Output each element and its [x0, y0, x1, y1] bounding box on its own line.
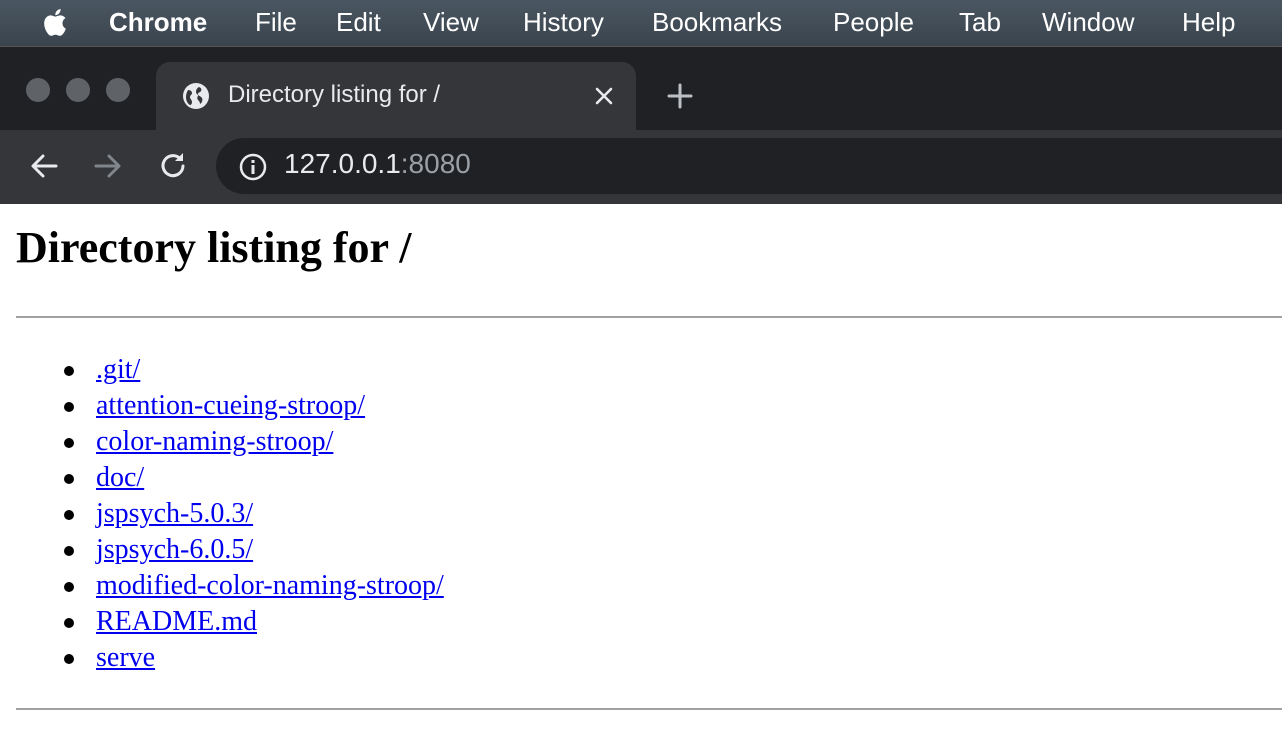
info-icon[interactable]	[238, 152, 268, 182]
top-divider	[16, 316, 1282, 318]
entry-link[interactable]: serve	[96, 640, 155, 676]
entry-link[interactable]: attention-cueing-stroop/	[96, 388, 365, 424]
bullet	[64, 546, 74, 556]
entry-link[interactable]: jspsych-6.0.5/	[96, 532, 253, 568]
close-icon[interactable]	[592, 84, 616, 108]
page-title: Directory listing for /	[16, 223, 412, 272]
tab-title: Directory listing for /	[228, 81, 441, 108]
bottom-divider	[16, 708, 1282, 710]
page-content: Directory listing for / .git/ attention-…	[0, 204, 1282, 740]
entry-link[interactable]: .git/	[96, 352, 140, 388]
bullet	[64, 654, 74, 664]
menu-edit[interactable]: Edit	[336, 7, 381, 38]
tab-active[interactable]: Directory listing for /	[156, 62, 636, 130]
menu-people[interactable]: People	[833, 7, 914, 38]
menu-file[interactable]: File	[255, 7, 297, 38]
bullet	[64, 366, 74, 376]
back-arrow-icon[interactable]	[26, 148, 62, 184]
menu-view[interactable]: View	[423, 7, 479, 38]
url-host: 127.0.0.1	[284, 148, 401, 179]
bullet	[64, 618, 74, 628]
menu-help[interactable]: Help	[1182, 7, 1235, 38]
url-port: :8080	[400, 148, 471, 179]
apple-icon[interactable]	[40, 4, 72, 40]
entry-link[interactable]: jspsych-5.0.3/	[96, 496, 253, 532]
bullet	[64, 510, 74, 520]
entry-link[interactable]: color-naming-stroop/	[96, 424, 333, 460]
reload-icon[interactable]	[155, 148, 191, 184]
menu-chrome[interactable]: Chrome	[109, 7, 207, 38]
window-minimize-button[interactable]	[66, 78, 90, 102]
menu-bookmarks[interactable]: Bookmarks	[652, 7, 782, 38]
menu-history[interactable]: History	[523, 7, 604, 38]
window-close-button[interactable]	[26, 78, 50, 102]
url-text[interactable]: 127.0.0.1:8080	[284, 148, 471, 180]
bullet	[64, 438, 74, 448]
bullet	[64, 474, 74, 484]
menu-window[interactable]: Window	[1042, 7, 1134, 38]
forward-arrow-icon[interactable]	[90, 148, 126, 184]
globe-icon	[183, 83, 209, 109]
menu-tab[interactable]: Tab	[959, 7, 1001, 38]
plus-icon[interactable]	[664, 80, 696, 112]
bullet	[64, 402, 74, 412]
entry-link[interactable]: modified-color-naming-stroop/	[96, 568, 444, 604]
window-zoom-button[interactable]	[106, 78, 130, 102]
macos-menu-bar: Chrome File Edit View History Bookmarks …	[0, 0, 1282, 46]
entry-link[interactable]: README.md	[96, 604, 257, 640]
bullet	[64, 582, 74, 592]
entry-link[interactable]: doc/	[96, 460, 144, 496]
